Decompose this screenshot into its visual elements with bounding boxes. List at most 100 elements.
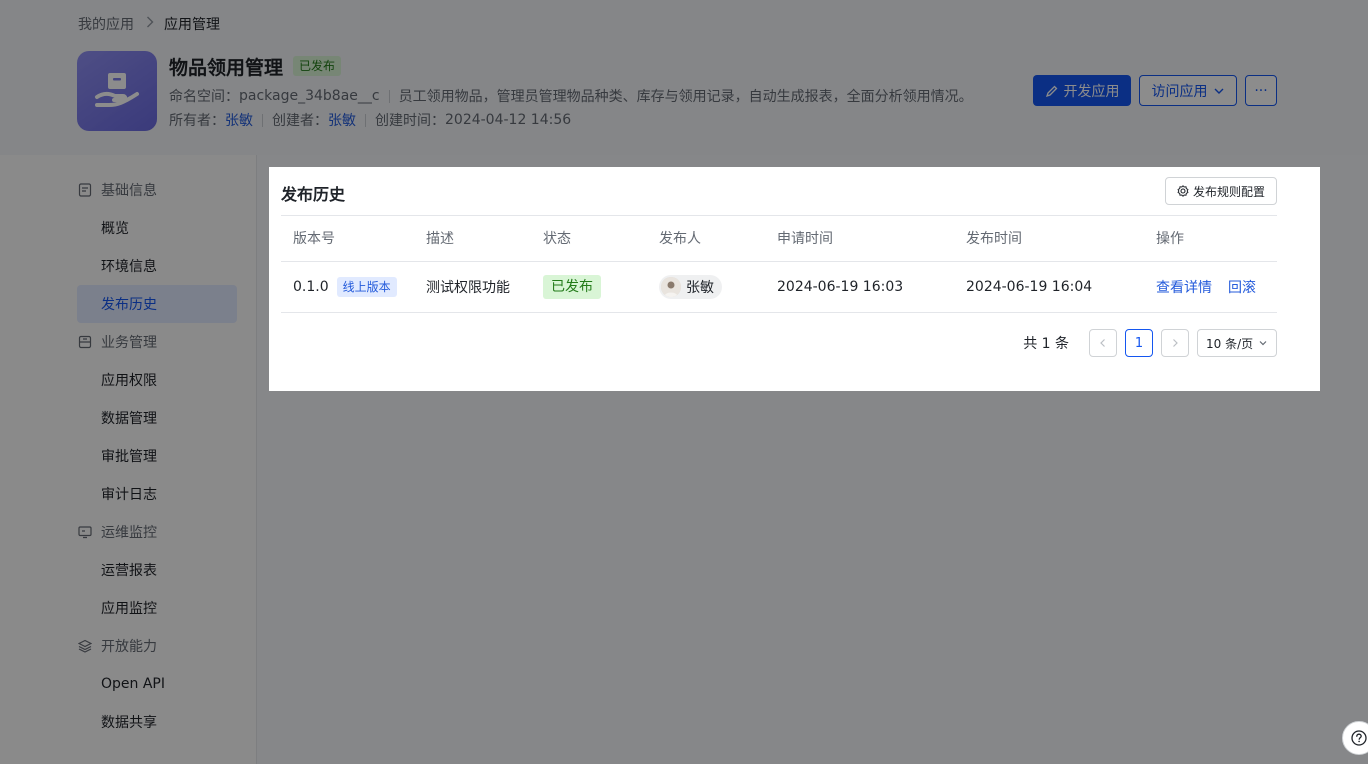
version-number: 0.1.0: [293, 279, 329, 295]
column-header-status: 状态: [543, 231, 571, 247]
release-rule-config-label: 发布规则配置: [1192, 184, 1265, 199]
created-label: 创建时间：: [375, 113, 445, 129]
sidebar-item-label: 应用权限: [101, 373, 157, 389]
cell-actions: 查看详情 回滚: [1156, 262, 1272, 312]
document-icon: [78, 183, 92, 197]
sidebar-item-app-permission[interactable]: 应用权限: [77, 361, 237, 399]
column-header-description: 描述: [426, 231, 454, 247]
visit-app-label: 访问应用: [1151, 83, 1208, 100]
sidebar-item-label: 运营报表: [101, 563, 157, 579]
release-history-card: 发布历史 发布规则配置 版本号 描述 状态 发布人 申请时间 发布时间 操作 0…: [269, 167, 1320, 391]
card-title: 发布历史: [281, 185, 346, 204]
chevron-right-icon: [1173, 339, 1178, 347]
sidebar-item-label: 审批管理: [101, 449, 157, 465]
column-header-apply-time: 申请时间: [777, 231, 833, 247]
breadcrumb: 我的应用 应用管理: [78, 14, 220, 34]
app-description-line: 命名空间： package_34b8ae__c 员工领用物品，管理员管理物品种类…: [169, 86, 973, 106]
sidebar-item-label: 应用监控: [101, 601, 157, 617]
online-version-badge: 线上版本: [336, 277, 397, 297]
owner-label: 所有者：: [169, 113, 225, 129]
page: 我的应用 应用管理 物品领用管理 已发布 命名空间： package_34b8a…: [0, 0, 1368, 764]
sidebar-group-basic: 基础信息: [78, 179, 157, 201]
sidebar-item-label: Open API: [101, 676, 165, 692]
more-button[interactable]: ···: [1245, 75, 1277, 106]
cell-publisher: 张敏: [659, 262, 722, 312]
table-header: 版本号 描述 状态 发布人 申请时间 发布时间 操作: [281, 215, 1277, 262]
pagination-total: 共 1 条: [1023, 336, 1069, 352]
sidebar-item-release-history[interactable]: 发布历史: [77, 285, 237, 323]
help-button[interactable]: [1342, 721, 1368, 755]
sidebar-item-audit-log[interactable]: 审计日志: [77, 475, 237, 513]
release-rule-config-button[interactable]: 发布规则配置: [1165, 177, 1277, 205]
avatar: [661, 277, 681, 297]
breadcrumb-current: 应用管理: [164, 17, 220, 33]
sidebar-item-label: 数据共享: [101, 715, 157, 731]
breadcrumb-my-apps[interactable]: 我的应用: [78, 14, 134, 34]
chevron-down-icon: [1259, 341, 1267, 346]
cell-description: 测试权限功能: [426, 280, 510, 296]
page-button-current[interactable]: 1: [1125, 329, 1153, 357]
cell-status: 已发布: [543, 262, 601, 312]
sidebar-item-open-api[interactable]: Open API: [77, 665, 237, 703]
sidebar: 基础信息 概览 环境信息 发布历史 业务管理 应用权限 数据管理 审批管理 审计…: [0, 155, 257, 764]
sidebar-item-label: 发布历史: [101, 297, 157, 313]
sidebar-group-label: 基础信息: [101, 183, 157, 199]
app-description: 员工领用物品，管理员管理物品种类、库存与领用记录，自动生成报表，全面分析领用情况…: [398, 89, 973, 105]
sidebar-item-label: 概览: [101, 221, 129, 237]
owner-link[interactable]: 张敏: [225, 110, 253, 130]
sidebar-item-overview[interactable]: 概览: [77, 209, 237, 247]
page-size-select[interactable]: 10 条/页: [1197, 329, 1277, 357]
app-header: 我的应用 应用管理 物品领用管理 已发布 命名空间： package_34b8a…: [0, 0, 1368, 155]
cell-publish-time: 2024-06-19 16:04: [966, 279, 1093, 295]
column-header-publish-time: 发布时间: [966, 231, 1022, 247]
chevron-right-icon: [146, 16, 154, 32]
sidebar-item-label: 审计日志: [101, 487, 157, 503]
app-status-badge: 已发布: [293, 56, 342, 76]
sidebar-group-label: 业务管理: [101, 335, 157, 351]
sidebar-item-app-monitor[interactable]: 应用监控: [77, 589, 237, 627]
app-meta-line: 所有者： 张敏 创建者： 张敏 创建时间： 2024-04-12 14:56: [169, 110, 571, 130]
sidebar-item-approval[interactable]: 审批管理: [77, 437, 237, 475]
question-icon: [1351, 730, 1367, 746]
sidebar-item-operation-report[interactable]: 运营报表: [77, 551, 237, 589]
sidebar-group-label: 开放能力: [101, 639, 157, 655]
status-badge: 已发布: [543, 275, 601, 299]
more-icon: ···: [1254, 82, 1268, 99]
created-time: 2024-04-12 14:56: [445, 112, 572, 128]
sidebar-item-label: 环境信息: [101, 259, 157, 275]
hand-package-icon: [95, 73, 139, 107]
publisher-chip[interactable]: 张敏: [659, 275, 722, 299]
publisher-name: 张敏: [686, 280, 714, 296]
release-table: 版本号 描述 状态 发布人 申请时间 发布时间 操作 0.1.0 线上版本 测试…: [281, 215, 1277, 313]
divider: [262, 113, 263, 127]
chevron-down-icon: [1214, 88, 1223, 94]
namespace-value: package_34b8ae__c: [239, 88, 380, 104]
rollback-link[interactable]: 回滚: [1228, 277, 1256, 297]
app-title: 物品领用管理: [169, 56, 284, 79]
next-page-button[interactable]: [1161, 329, 1189, 357]
creator-link[interactable]: 张敏: [328, 110, 356, 130]
sidebar-group-label: 运维监控: [101, 525, 157, 541]
sidebar-item-data-management[interactable]: 数据管理: [77, 399, 237, 437]
divider: [388, 89, 390, 103]
column-header-publisher: 发布人: [659, 231, 701, 247]
sidebar-group-business: 业务管理: [78, 331, 157, 353]
chevron-left-icon: [1100, 339, 1105, 347]
prev-page-button[interactable]: [1089, 329, 1117, 357]
view-details-link[interactable]: 查看详情: [1156, 277, 1212, 297]
gear-icon: [1177, 185, 1189, 197]
sidebar-item-environment[interactable]: 环境信息: [77, 247, 237, 285]
visit-app-button[interactable]: 访问应用: [1139, 75, 1237, 106]
creator-label: 创建者：: [272, 113, 328, 129]
column-header-actions: 操作: [1156, 231, 1184, 247]
sidebar-item-data-share[interactable]: 数据共享: [77, 703, 237, 741]
sidebar-group-open: 开放能力: [78, 635, 157, 657]
cell-apply-time: 2024-06-19 16:03: [777, 279, 904, 295]
app-title-row: 物品领用管理 已发布: [169, 53, 342, 79]
namespace-label: 命名空间：: [169, 89, 239, 105]
layers-icon: [78, 639, 92, 653]
develop-app-button[interactable]: 开发应用: [1033, 75, 1131, 106]
sidebar-group-ops: 运维监控: [78, 521, 157, 543]
column-header-version: 版本号: [293, 231, 335, 247]
divider: [365, 113, 366, 127]
